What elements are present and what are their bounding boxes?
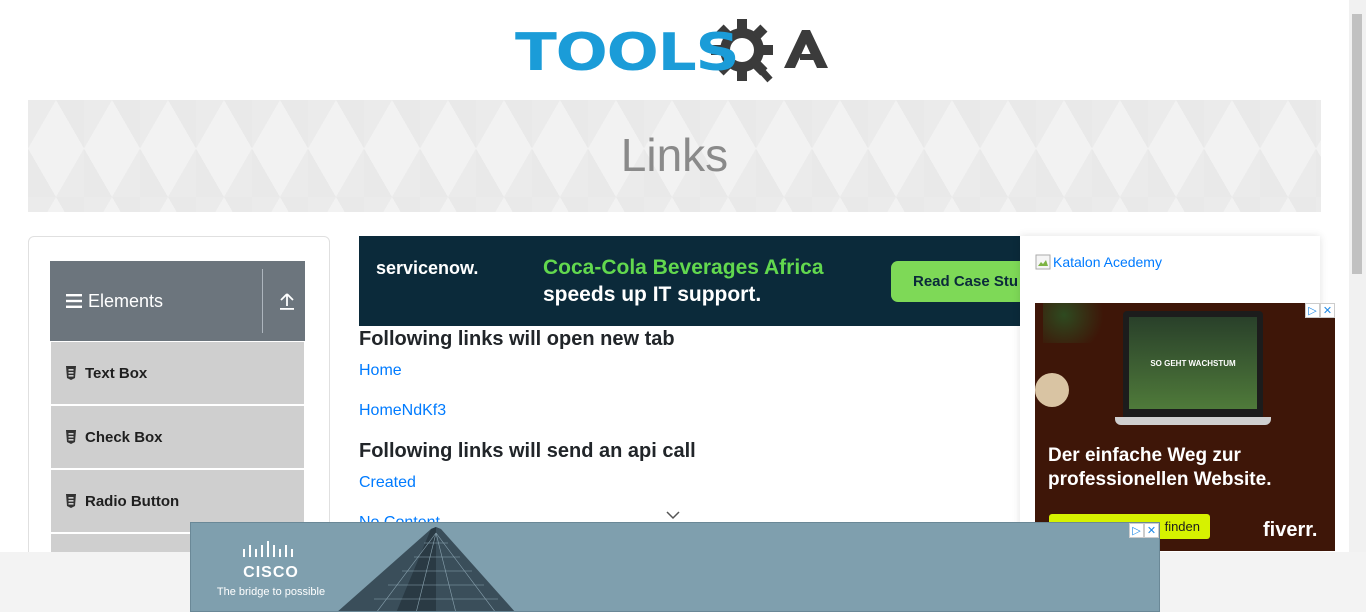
page-scrollbar[interactable]: [1349, 0, 1366, 552]
hamburger-icon: [66, 294, 82, 308]
divider: [262, 269, 263, 333]
home-link[interactable]: Home: [359, 362, 402, 380]
laptop-base: [1115, 417, 1271, 425]
toolsqa-logo[interactable]: TOOLS: [515, 16, 840, 90]
read-case-study-button[interactable]: Read Case Stu: [891, 261, 1020, 302]
sidebar-item-label: Check Box: [85, 428, 163, 446]
html5-icon: [66, 494, 76, 508]
dynamic-home-link[interactable]: HomeNdKf3: [359, 402, 446, 420]
plant-image: [1043, 303, 1113, 343]
sidebar-item-text-box[interactable]: Text Box: [51, 342, 304, 406]
fiverr-logo: fiverr.: [1263, 519, 1318, 541]
ad-subheadline: speeds up IT support.: [543, 283, 762, 306]
logo-tools-text: TOOLS: [515, 23, 740, 83]
servicenow-ad[interactable]: servicenow. Coca-Cola Beverages Africa s…: [359, 236, 1020, 326]
close-icon[interactable]: ✕: [1320, 303, 1335, 318]
katalon-academy-image[interactable]: Katalon Acedemy: [1035, 254, 1162, 270]
broken-image-icon: [1035, 254, 1051, 270]
building-image: [338, 527, 515, 611]
cisco-logo: CISCO The bridge to possible: [211, 541, 331, 598]
chevron-down-icon[interactable]: [666, 510, 680, 520]
sidebar-group-elements[interactable]: Elements: [50, 261, 305, 341]
ad-choices[interactable]: ▷ ✕: [1129, 523, 1159, 538]
cisco-tagline: The bridge to possible: [216, 586, 326, 598]
section-api-call-title: Following links will send an api call: [359, 440, 696, 462]
servicenow-logo: servicenow.: [376, 258, 479, 278]
page-banner: Links: [28, 100, 1321, 212]
scrollbar-thumb[interactable]: [1352, 14, 1362, 274]
section-new-tab-title: Following links will open new tab: [359, 328, 675, 350]
broken-image-alt: Katalon Acedemy: [1053, 254, 1162, 270]
html5-icon: [66, 366, 76, 380]
cisco-wordmark: CISCO: [243, 564, 299, 581]
sidebar-item-label: Radio Button: [85, 492, 180, 510]
cisco-bars-icon: [243, 541, 293, 557]
html5-icon: [66, 430, 76, 444]
laptop-image: SO GEHT WACHSTUM: [1123, 311, 1263, 421]
sidebar-item-check-box[interactable]: Check Box: [51, 406, 304, 470]
created-link[interactable]: Created: [359, 474, 416, 492]
close-icon[interactable]: ✕: [1144, 523, 1159, 538]
fiverr-ad[interactable]: SO GEHT WACHSTUM Der einfache Weg zur pr…: [1035, 303, 1335, 551]
ad-headline: Coca-Cola Beverages Africa: [543, 256, 824, 279]
sidebar-group-title: Elements: [88, 290, 164, 311]
laptop-screen-text: SO GEHT WACHSTUM: [1150, 359, 1236, 368]
cisco-ad[interactable]: CISCO The bridge to possible ▷ ✕: [190, 522, 1160, 612]
coffee-cup-image: [1035, 373, 1069, 407]
adchoices-icon[interactable]: ▷: [1305, 303, 1320, 318]
ad-headline: Der einfache Weg zur professionellen Web…: [1048, 445, 1272, 490]
ad-choices[interactable]: ▷ ✕: [1305, 303, 1335, 318]
sidebar-item-label: Text Box: [85, 364, 148, 382]
page-title: Links: [620, 129, 729, 181]
collapse-toggle-icon[interactable]: [272, 289, 302, 313]
adchoices-icon[interactable]: ▷: [1129, 523, 1144, 538]
